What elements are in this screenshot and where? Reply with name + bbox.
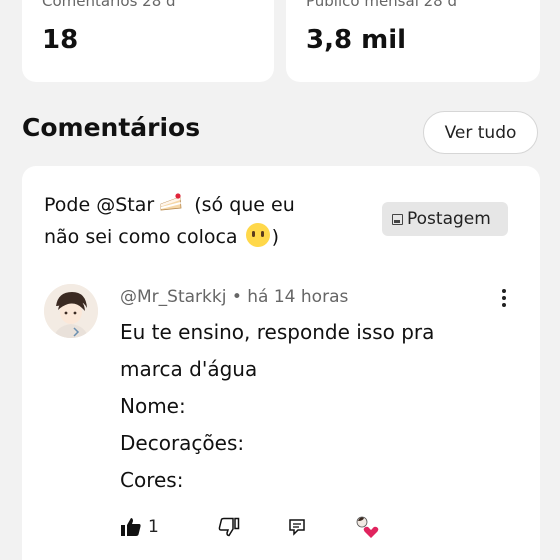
audience-stat-card: Público mensal 28 d 3,8 mil	[286, 0, 540, 82]
more-dot	[502, 289, 506, 293]
thumbs-down-icon	[218, 517, 240, 537]
section-title: Comentários	[22, 113, 201, 142]
more-dot	[502, 303, 506, 307]
comment-text-part: Pode @Star	[44, 194, 155, 216]
more-vertical-icon[interactable]	[492, 284, 516, 312]
reply-line: Decorações:	[120, 431, 245, 455]
comment-text-part: (só que eu	[194, 194, 295, 216]
reply-line: Eu te ensino, responde isso pra	[120, 320, 435, 344]
stat-label: Comentários 28 d	[42, 0, 176, 10]
comment-text-part: não sei como coloca	[44, 226, 238, 248]
stat-value: 18	[42, 25, 79, 55]
comment-card: Pode @Star (só que eu não sei como coloc…	[22, 166, 540, 560]
image-icon	[392, 213, 403, 225]
thumbs-up-icon	[121, 518, 141, 536]
cake-emoji-icon	[158, 192, 184, 214]
post-chip[interactable]: Postagem	[382, 202, 508, 236]
comment-text: Pode @Star (só que eu não sei como coloc…	[44, 189, 344, 253]
reply-author-meta: @Mr_Starkkj • há 14 horas	[120, 287, 349, 307]
like-count: 1	[148, 517, 159, 537]
creator-heart-icon	[356, 516, 379, 538]
dislike-button[interactable]	[218, 512, 240, 542]
reply-icon	[289, 519, 305, 536]
post-chip-label: Postagem	[407, 209, 491, 229]
stat-value: 3,8 mil	[306, 25, 407, 55]
creator-heart-button[interactable]	[354, 512, 380, 542]
face-without-mouth-emoji-icon	[245, 223, 270, 247]
stat-label: Público mensal 28 d	[306, 0, 458, 10]
reply-line: Cores:	[120, 468, 184, 492]
more-dot	[502, 296, 506, 300]
comments-stat-card: Comentários 28 d 18	[22, 0, 274, 82]
see-all-button[interactable]: Ver tudo	[423, 111, 538, 154]
comment-text-part: )	[271, 226, 280, 248]
like-button[interactable]: 1	[120, 512, 159, 542]
reply-line: Nome:	[120, 394, 186, 418]
reply-button[interactable]	[288, 512, 306, 542]
reply-line: marca d'água	[120, 357, 258, 381]
reply-text: Eu te ensino, responde isso pra marca d'…	[120, 314, 500, 499]
avatar[interactable]	[44, 284, 98, 338]
